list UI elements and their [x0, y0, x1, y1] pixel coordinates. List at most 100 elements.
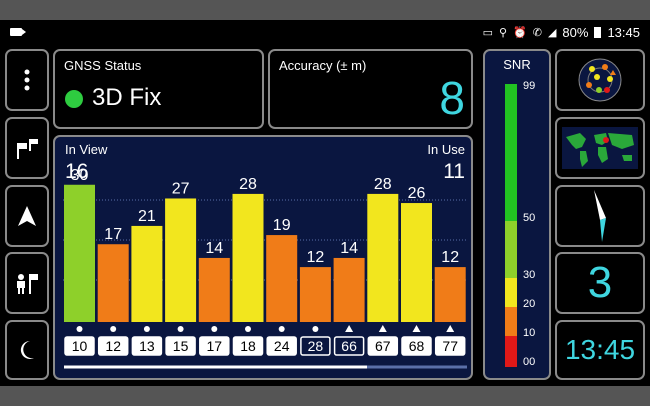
bar-value-label: 19	[273, 217, 291, 234]
snr-orange-segment	[505, 307, 517, 336]
gnss-status-panel: GNSS Status 3D Fix	[53, 49, 264, 129]
satellite-dot-marker	[143, 326, 150, 332]
snr-color-scale	[505, 84, 517, 367]
satellite-triangle-marker	[446, 325, 455, 332]
satellite-triangle-marker	[345, 325, 354, 332]
snr-bar	[97, 244, 129, 322]
moon-icon	[20, 340, 34, 359]
flags-icon	[17, 139, 38, 159]
person-flag-button[interactable]	[5, 252, 49, 314]
snr-green-segment	[505, 84, 517, 221]
satellite-id-label: 12	[105, 338, 121, 354]
bar-value-label: 12	[307, 249, 325, 266]
bar-value-label: 12	[441, 249, 459, 266]
bar-value-label: 14	[340, 240, 358, 257]
satellite-dot-marker	[177, 326, 184, 332]
snr-bar	[64, 184, 95, 322]
snr-bar	[232, 193, 264, 322]
snr-yellow-segment	[505, 278, 517, 307]
accuracy-value: 8	[439, 72, 465, 124]
more-vert-icon	[24, 69, 30, 91]
satellites-count-value: 3	[587, 258, 613, 307]
sky-plot-icon	[578, 58, 622, 102]
satellite-id-label: 68	[409, 338, 425, 354]
satellite-id-label: 18	[240, 338, 256, 354]
satellite-triangle-marker	[378, 325, 387, 332]
satellite-id-label: 28	[308, 338, 324, 354]
satellite-id-label: 66	[341, 338, 357, 354]
satellite-id-label: 24	[274, 338, 290, 354]
menu-button[interactable]	[5, 49, 49, 111]
compass-needle-icon	[594, 190, 606, 242]
bar-value-label: 21	[138, 208, 156, 225]
satellite-dot-marker	[211, 326, 218, 332]
bar-value-label: 27	[172, 180, 190, 197]
clock-value: 13:45	[564, 334, 636, 365]
satellite-dot-marker	[110, 326, 117, 332]
snr-tick: 00	[523, 356, 536, 368]
satellite-dot-marker	[312, 326, 319, 332]
night-mode-button[interactable]	[5, 320, 49, 380]
satellite-id-label: 17	[207, 338, 223, 354]
status-bar: ▭ ⚲ ⏰ ✆ ◢ 80% 13:45	[0, 20, 650, 44]
sky-view-tile[interactable]	[555, 49, 645, 111]
wifi-calling-icon: ✆	[532, 26, 542, 39]
satellite-id-label: 10	[72, 338, 88, 354]
bar-value-label: 26	[408, 185, 426, 202]
alarm-icon: ⏰	[513, 26, 527, 39]
world-map-icon	[562, 127, 638, 169]
accuracy-label: Accuracy (± m)	[279, 58, 367, 73]
snr-bar	[165, 198, 197, 322]
battery-icon	[594, 26, 602, 38]
snr-bar	[266, 235, 298, 322]
person-flag-icon	[17, 274, 38, 294]
snr-bar	[333, 257, 365, 322]
screen-record-icon	[10, 28, 26, 36]
satellite-id-label: 13	[139, 338, 155, 354]
snr-light-green-segment	[505, 221, 517, 278]
snr-bar	[131, 225, 163, 322]
snr-scale-panel: SNR 99 50 30 20 10 00	[483, 49, 551, 380]
accuracy-panel: Accuracy (± m) 8	[268, 49, 473, 129]
satellite-id-label: 77	[442, 338, 458, 354]
flags-button[interactable]	[5, 117, 49, 179]
navigation-arrow-icon	[18, 206, 36, 226]
location-pin-icon: ⚲	[498, 26, 508, 39]
bar-value-label: 28	[374, 176, 392, 193]
satellite-triangle-marker	[412, 325, 421, 332]
satellite-id-label: 15	[173, 338, 189, 354]
bar-value-label: 28	[239, 176, 257, 193]
satellite-id-label: 67	[375, 338, 391, 354]
snr-tick: 20	[523, 298, 536, 310]
clock-tile[interactable]: 13:45	[555, 320, 645, 380]
snr-bar-chart: 30 10 17 12 21 13 27 15 14 17 28 18 19 24 12 28 14 66 28 67…	[63, 167, 467, 369]
snr-tick: 10	[523, 327, 536, 339]
snr-tick: 30	[523, 269, 536, 281]
snr-label: SNR	[503, 57, 531, 72]
snr-red-segment	[505, 336, 517, 367]
world-map-tile[interactable]	[555, 117, 645, 179]
gnss-status-label: GNSS Status	[64, 58, 142, 73]
compass-tile[interactable]	[555, 185, 645, 247]
fix-status-indicator	[65, 90, 83, 108]
cast-icon: ▭	[482, 26, 493, 39]
status-time: 13:45	[607, 24, 640, 40]
snr-tick: 50	[523, 212, 536, 224]
snr-bar	[401, 203, 432, 322]
bar-value-label: 17	[104, 226, 122, 243]
snr-tick: 99	[523, 80, 536, 92]
bar-value-label: 14	[205, 240, 223, 257]
bar-value-label: 30	[71, 167, 89, 184]
signal-icon: ◢	[547, 26, 557, 39]
snr-bar	[198, 257, 230, 322]
battery-percent: 80%	[562, 24, 589, 40]
satellites-count-tile[interactable]: 3	[555, 252, 645, 314]
navigation-button[interactable]	[5, 185, 49, 247]
satellite-signal-panel: In View 16 In Use 11 30 10 17 12 21 13 27 15 14 1…	[53, 135, 473, 380]
satellite-dot-marker	[278, 326, 285, 332]
snr-bar	[299, 267, 331, 322]
snr-bar	[434, 267, 466, 322]
satellite-dot-marker	[76, 326, 83, 332]
satellite-dot-marker	[245, 326, 251, 332]
gnss-status-value: 3D Fix	[92, 84, 162, 111]
